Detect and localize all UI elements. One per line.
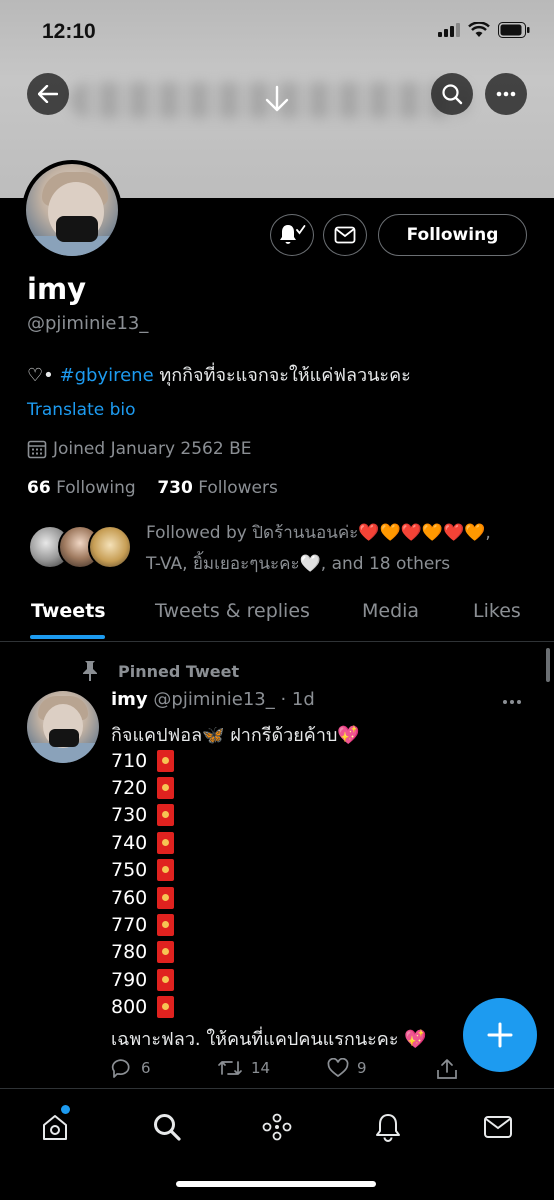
- list-item: 770: [111, 911, 175, 938]
- envelope-icon: [334, 226, 356, 244]
- tweet-author-name: imy: [111, 689, 148, 710]
- list-item: 710: [111, 747, 175, 774]
- more-horizontal-icon: [496, 91, 516, 97]
- tab-tweets-replies[interactable]: Tweets & replies: [155, 600, 310, 622]
- home-indicator[interactable]: [176, 1181, 376, 1187]
- translate-bio-link[interactable]: Translate bio: [27, 400, 136, 420]
- status-bar: 12:10: [0, 0, 554, 64]
- tweet-actions: 6 14 9: [111, 1058, 461, 1086]
- compose-tweet-button[interactable]: [463, 998, 537, 1072]
- share-icon: [437, 1059, 457, 1079]
- signal-icon: [438, 23, 460, 37]
- tab-media[interactable]: Media: [362, 600, 419, 622]
- profile-avatar[interactable]: [22, 160, 122, 260]
- pinned-label: Pinned Tweet: [82, 660, 239, 682]
- tweet-more-button[interactable]: [502, 686, 522, 710]
- scrollbar-thumb[interactable]: [546, 648, 550, 682]
- pin-icon: [83, 661, 97, 681]
- bio-hashtag-link[interactable]: #gbyirene: [60, 365, 154, 386]
- list-item: 760: [111, 884, 175, 911]
- notification-dot: [61, 1105, 70, 1114]
- red-envelope-icon: [157, 914, 175, 937]
- nav-search[interactable]: [147, 1107, 187, 1147]
- red-envelope-icon: [157, 886, 175, 909]
- tab-tweets[interactable]: Tweets: [31, 600, 106, 622]
- mail-icon: [484, 1116, 512, 1138]
- plus-icon: [487, 1022, 513, 1048]
- profile-bio: ♡• #gbyirene ทุกกิจที่จะแจกจะให้แค่ฟลวนะ…: [27, 360, 411, 389]
- follower-avatar: [88, 525, 132, 569]
- red-envelope-icon: [157, 941, 175, 964]
- tweet-header[interactable]: imy @pjiminie13_ · 1d: [111, 689, 315, 710]
- red-envelope-icon: [157, 777, 175, 800]
- list-item: 730: [111, 802, 175, 829]
- tweet-author-avatar[interactable]: [27, 691, 99, 763]
- profile-stats: 66 Following 730 Followers: [27, 478, 278, 498]
- profile-name: imy: [27, 272, 87, 306]
- search-icon: [442, 84, 463, 105]
- bell-check-icon: [280, 225, 306, 244]
- list-item: 800: [111, 994, 175, 1021]
- list-item: 780: [111, 939, 175, 966]
- tab-likes[interactable]: Likes: [473, 600, 521, 622]
- red-envelope-icon: [157, 859, 175, 882]
- followers-count-link[interactable]: 730 Followers: [157, 478, 278, 498]
- back-button[interactable]: [27, 73, 69, 115]
- arrow-left-icon: [38, 85, 58, 103]
- status-time: 12:10: [42, 20, 96, 43]
- more-options-button[interactable]: [485, 73, 527, 115]
- tweet-footer-text: เฉพาะฟลว. ให้คนที่แคปคนแรกนะคะ 💖: [111, 1029, 427, 1050]
- tweet-text: กิจแคปฟอล🦋 ฝากรีด้วยค้าบ💖: [111, 725, 360, 746]
- list-item: 750: [111, 857, 175, 884]
- retweet-button[interactable]: 14: [217, 1058, 270, 1078]
- share-button[interactable]: [436, 1058, 458, 1080]
- tweet-handle-time: @pjiminie13_ · 1d: [153, 689, 315, 710]
- home-icon: [43, 1115, 67, 1140]
- red-envelope-icon: [157, 804, 175, 827]
- nav-spaces[interactable]: [257, 1107, 297, 1147]
- status-icons: [438, 22, 530, 38]
- red-envelope-icon: [157, 749, 175, 772]
- bell-icon: [376, 1114, 400, 1142]
- wifi-icon: [468, 22, 490, 37]
- red-envelope-icon: [157, 996, 175, 1019]
- nav-messages[interactable]: [478, 1107, 518, 1147]
- message-button[interactable]: [323, 214, 367, 256]
- active-tab-indicator: [30, 635, 105, 639]
- reply-icon: [111, 1059, 130, 1078]
- spaces-icon: [262, 1113, 292, 1141]
- more-horizontal-icon: [503, 700, 521, 704]
- bio-text: ทุกกิจที่จะแจกจะให้แค่ฟลวนะคะ: [159, 365, 411, 386]
- arrow-down-icon: [265, 85, 289, 112]
- nav-notifications[interactable]: [368, 1107, 408, 1147]
- list-item: 720: [111, 774, 175, 801]
- battery-icon: [498, 22, 530, 38]
- nav-home[interactable]: [35, 1105, 75, 1147]
- following-button[interactable]: Following: [378, 214, 527, 256]
- search-icon: [154, 1114, 181, 1141]
- calendar-icon: [27, 440, 47, 459]
- heart-icon: [327, 1058, 349, 1078]
- following-count-link[interactable]: 66 Following: [27, 478, 136, 498]
- notifications-toggle-button[interactable]: [270, 214, 314, 256]
- bio-prefix: ♡•: [27, 365, 54, 386]
- retweet-icon: [218, 1061, 242, 1075]
- joined-text: Joined January 2562 BE: [53, 439, 252, 459]
- followed-by-avatars[interactable]: [28, 525, 138, 571]
- list-item: 740: [111, 829, 175, 856]
- joined-date: Joined January 2562 BE: [27, 439, 252, 459]
- like-button[interactable]: 9: [327, 1058, 367, 1078]
- profile-handle: @pjiminie13_: [27, 313, 149, 334]
- reply-button[interactable]: 6: [111, 1058, 151, 1078]
- red-envelope-icon: [157, 968, 175, 991]
- followed-by-text[interactable]: Followed by ปิดร้านนอนค่ะ❤️🧡❤️🧡❤️🧡, T-VA…: [146, 518, 541, 580]
- list-item: 790: [111, 966, 175, 993]
- profile-tabs: Tweets Tweets & replies Media Likes: [0, 596, 554, 642]
- search-button[interactable]: [431, 73, 473, 115]
- tweet-number-list: 710 720 730 740 750 760 770 780 790 800: [111, 747, 175, 1021]
- red-envelope-icon: [157, 831, 175, 854]
